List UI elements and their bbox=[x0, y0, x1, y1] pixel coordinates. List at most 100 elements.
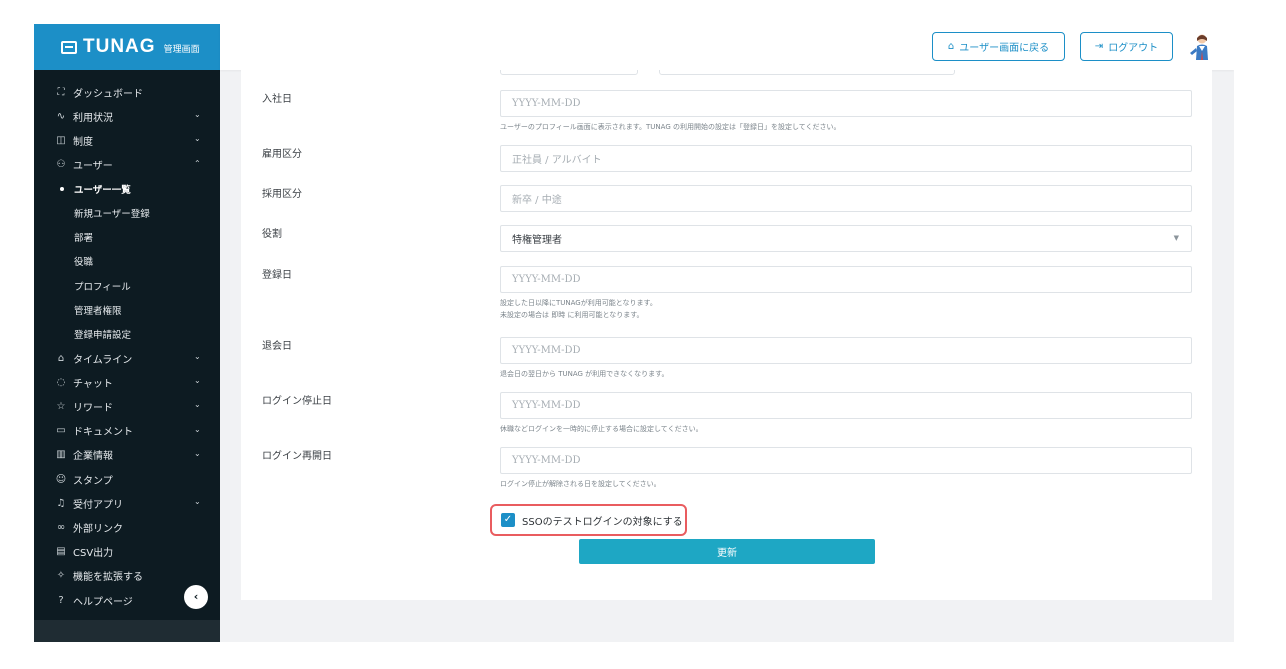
sidebar-item[interactable]: 登録申請設定 bbox=[34, 322, 220, 346]
chevron-down-icon[interactable]: ⌄ bbox=[194, 134, 201, 143]
back-to-user-screen-button[interactable]: ⌂ ユーザー画面に戻る bbox=[932, 32, 1065, 61]
role-select[interactable]: 特権管理者 ▼ bbox=[500, 225, 1192, 252]
text-input[interactable]: YYYY-MM-DD bbox=[500, 392, 1192, 419]
sidebar-item[interactable]: ▭ ドキュメント ⌄ bbox=[34, 419, 220, 443]
sidebar-item-label: 管理者権限 bbox=[74, 305, 122, 317]
logout-button[interactable]: ⇥ ログアウト bbox=[1080, 32, 1173, 61]
field-label: ログイン停止日 bbox=[262, 396, 332, 407]
sso-checkbox[interactable]: ✓ bbox=[501, 513, 515, 527]
brand-logo[interactable]: TUNAG 管理画面 bbox=[34, 24, 220, 70]
sidebar-item[interactable]: ∿ 利用状況 ⌄ bbox=[34, 104, 220, 128]
sidebar-item[interactable]: 新規ユーザー登録 bbox=[34, 201, 220, 225]
sidebar-item[interactable]: 管理者権限 bbox=[34, 298, 220, 322]
sidebar-item[interactable]: ユーザー一覧 bbox=[34, 177, 220, 201]
link-icon: ∞ bbox=[56, 521, 66, 533]
sidebar-item[interactable]: ◫ 制度 ⌄ bbox=[34, 128, 220, 152]
sidebar-item-label: CSV出力 bbox=[73, 548, 114, 560]
text-input[interactable]: YYYY-MM-DD bbox=[500, 266, 1192, 293]
chevron-down-icon[interactable]: ⌄ bbox=[194, 449, 201, 458]
admin-app: TUNAG 管理画面 ⛶ ダッシュボード ∿ 利用状況 ⌄ ◫ 制度 ⌄ ⚇ ユーザー ⌃ ユーザー一… bbox=[34, 24, 1234, 642]
smile-icon: ☺ bbox=[55, 473, 67, 485]
logo-text: TUNAG bbox=[83, 36, 156, 57]
input-placeholder: YYYY-MM-DD bbox=[512, 345, 581, 356]
text-input[interactable]: YYYY-MM-DD bbox=[500, 447, 1192, 474]
sidebar-item-label: ダッシュボード bbox=[73, 88, 143, 100]
sidebar-item-label: ユーザー一覧 bbox=[74, 184, 131, 196]
book-icon: ◫ bbox=[56, 134, 66, 146]
chevron-down-icon[interactable]: ⌄ bbox=[194, 400, 201, 409]
sidebar-item[interactable]: ∞ 外部リンク bbox=[34, 515, 220, 539]
sso-test-login-option[interactable]: ✓ SSOのテストログインの対象にする bbox=[490, 504, 687, 536]
sidebar-item-label: ユーザー bbox=[73, 161, 113, 173]
field-label: 役割 bbox=[262, 229, 282, 240]
field-help-text: ログイン停止が解除される日を設定してください。 bbox=[500, 480, 661, 488]
chat-bubble-icon: ◌ bbox=[56, 376, 66, 388]
logout-label: ログアウト bbox=[1108, 43, 1159, 54]
sidebar-item-label: スタンプ bbox=[73, 475, 113, 487]
sidebar-item[interactable]: ▤ CSV出力 bbox=[34, 540, 220, 564]
sidebar-item[interactable]: 役職 bbox=[34, 249, 220, 273]
sidebar-item-label: ドキュメント bbox=[73, 427, 133, 439]
previous-field-stub bbox=[659, 70, 955, 75]
sidebar-item[interactable]: ◌ チャット ⌄ bbox=[34, 370, 220, 394]
text-input[interactable]: 新卒 / 中途 bbox=[500, 185, 1192, 212]
update-button[interactable]: 更新 bbox=[579, 539, 875, 564]
home-icon: ⌂ bbox=[57, 352, 65, 364]
admin-label: 管理画面 bbox=[163, 45, 200, 55]
table-icon: ▤ bbox=[56, 546, 66, 558]
field-help-text: ユーザーのプロフィール画面に表示されます。TUNAG の利用開始の設定は「登録日… bbox=[500, 123, 841, 131]
sidebar-item[interactable]: ⚇ ユーザー ⌃ bbox=[34, 153, 220, 177]
sidebar-nav: ⛶ ダッシュボード ∿ 利用状況 ⌄ ◫ 制度 ⌄ ⚇ ユーザー ⌃ ユーザー一覧 新規ユーザー登録 部署… bbox=[34, 80, 220, 612]
field-help-text: 設定した日以降にTUNAGが利用可能となります。 bbox=[500, 299, 657, 307]
field-help-text: 退会日の翌日から TUNAG が利用できなくなります。 bbox=[500, 370, 669, 378]
chevron-down-icon[interactable]: ⌄ bbox=[194, 352, 201, 361]
user-avatar[interactable] bbox=[1187, 33, 1213, 61]
sidebar-item[interactable]: ✧ 機能を拡張する bbox=[34, 564, 220, 588]
sidebar-item[interactable]: ☺ スタンプ bbox=[34, 467, 220, 491]
sidebar: TUNAG 管理画面 ⛶ ダッシュボード ∿ 利用状況 ⌄ ◫ 制度 ⌄ ⚇ ユーザー ⌃ ユーザー一… bbox=[34, 24, 220, 642]
logout-icon: ⇥ bbox=[1094, 41, 1104, 52]
sidebar-item[interactable]: ⌂ タイムライン ⌄ bbox=[34, 346, 220, 370]
text-input[interactable]: 正社員 / アルバイト bbox=[500, 145, 1192, 172]
chevron-up-icon[interactable]: ⌃ bbox=[194, 159, 201, 168]
input-placeholder: YYYY-MM-DD bbox=[512, 455, 581, 466]
sidebar-item-label: タイムライン bbox=[73, 354, 133, 366]
chevron-down-icon[interactable]: ⌄ bbox=[194, 110, 201, 119]
home-icon: ⌂ bbox=[947, 41, 955, 52]
sidebar-item[interactable]: プロフィール bbox=[34, 274, 220, 298]
field-label: 雇用区分 bbox=[262, 149, 302, 160]
sidebar-item-label: 新規ユーザー登録 bbox=[74, 209, 150, 221]
sidebar-item[interactable]: ▥ 企業情報 ⌄ bbox=[34, 443, 220, 467]
sidebar-item-label: ヘルプページ bbox=[73, 596, 133, 608]
active-dot-icon bbox=[60, 186, 64, 191]
sidebar-item-label: 受付アプリ bbox=[73, 499, 123, 511]
input-placeholder: YYYY-MM-DD bbox=[512, 274, 581, 285]
activity-icon: ∿ bbox=[56, 110, 66, 122]
sidebar-item-label: リワード bbox=[73, 403, 113, 415]
chevron-down-icon[interactable]: ⌄ bbox=[194, 497, 201, 506]
sidebar-item-label: 外部リンク bbox=[73, 523, 123, 535]
text-input[interactable]: YYYY-MM-DD bbox=[500, 90, 1192, 117]
field-help-text: 未設定の場合は 即時 に利用可能となります。 bbox=[500, 311, 644, 319]
folder-icon: ▭ bbox=[56, 425, 66, 437]
collapse-sidebar-button[interactable]: ‹ bbox=[184, 585, 208, 609]
sidebar-item[interactable]: ☆ リワード ⌄ bbox=[34, 394, 220, 418]
sidebar-footer bbox=[34, 620, 220, 642]
sidebar-item-label: 役職 bbox=[74, 257, 94, 269]
sidebar-item-label: 利用状況 bbox=[73, 112, 113, 124]
sidebar-item-label: チャット bbox=[73, 378, 113, 390]
sidebar-item-label: プロフィール bbox=[74, 281, 131, 293]
sidebar-item[interactable]: ⛶ ダッシュボード bbox=[34, 80, 220, 104]
text-input[interactable]: YYYY-MM-DD bbox=[500, 337, 1192, 364]
field-label: 入社日 bbox=[262, 94, 292, 105]
sidebar-item[interactable]: ♫ 受付アプリ ⌄ bbox=[34, 491, 220, 515]
sidebar-item[interactable]: 部署 bbox=[34, 225, 220, 249]
input-placeholder: YYYY-MM-DD bbox=[512, 400, 581, 411]
chevron-down-icon[interactable]: ⌄ bbox=[194, 425, 201, 434]
bell-icon: ♫ bbox=[56, 497, 66, 509]
sidebar-item-label: 機能を拡張する bbox=[73, 572, 143, 584]
field-label: ログイン再開日 bbox=[262, 451, 332, 462]
sso-checkbox-label: SSOのテストログインの対象にする bbox=[522, 516, 683, 528]
chevron-down-icon[interactable]: ⌄ bbox=[194, 376, 201, 385]
back-to-user-screen-label: ユーザー画面に戻る bbox=[959, 43, 1050, 54]
